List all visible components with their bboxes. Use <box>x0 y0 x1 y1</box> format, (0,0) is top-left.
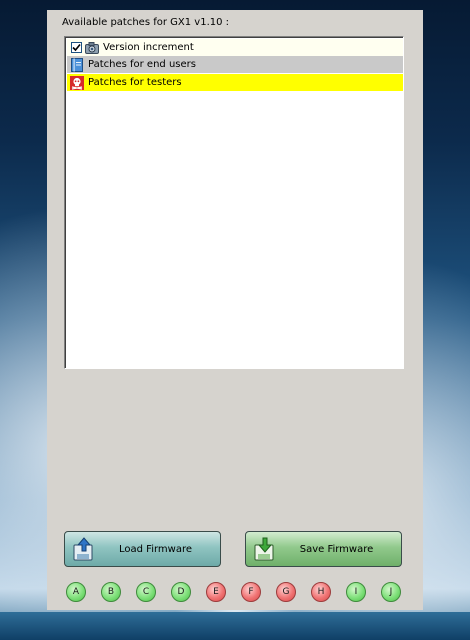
patcher-panel: Available patches for GX1 v1.10 : Versio… <box>47 10 423 610</box>
patch-item-testers[interactable]: Patches for testers <box>67 74 403 91</box>
patch-label: Patches for end users <box>88 59 196 70</box>
indicator-b: B <box>101 582 121 602</box>
camera-icon <box>85 41 99 55</box>
patch-list[interactable]: Version increment Patches for end users <box>64 36 404 369</box>
status-indicators: A B C D E F G H I J <box>64 582 409 604</box>
indicator-e: E <box>206 582 226 602</box>
save-firmware-button[interactable]: Save Firmware <box>245 531 402 567</box>
desktop-background <box>0 612 470 640</box>
load-firmware-button[interactable]: Load Firmware <box>64 531 221 567</box>
indicator-a: A <box>66 582 86 602</box>
patches-caption: Available patches for GX1 v1.10 : <box>62 17 230 28</box>
save-firmware-icon <box>252 536 278 562</box>
load-firmware-icon <box>71 536 97 562</box>
indicator-i: I <box>346 582 366 602</box>
indicator-j: J <box>381 582 401 602</box>
indicator-f: F <box>241 582 261 602</box>
patch-label: Version increment <box>103 42 194 53</box>
checkbox-icon[interactable] <box>71 42 82 53</box>
patch-item-end-users[interactable]: Patches for end users <box>67 56 403 73</box>
skull-icon <box>70 75 84 90</box>
indicator-c: C <box>136 582 156 602</box>
patch-item-version-increment[interactable]: Version increment <box>67 39 403 56</box>
load-firmware-label: Load Firmware <box>119 543 192 555</box>
indicator-d: D <box>171 582 191 602</box>
save-firmware-label: Save Firmware <box>299 543 374 555</box>
indicator-g: G <box>276 582 296 602</box>
book-icon <box>70 57 84 72</box>
patch-label: Patches for testers <box>88 77 182 88</box>
indicator-h: H <box>311 582 331 602</box>
